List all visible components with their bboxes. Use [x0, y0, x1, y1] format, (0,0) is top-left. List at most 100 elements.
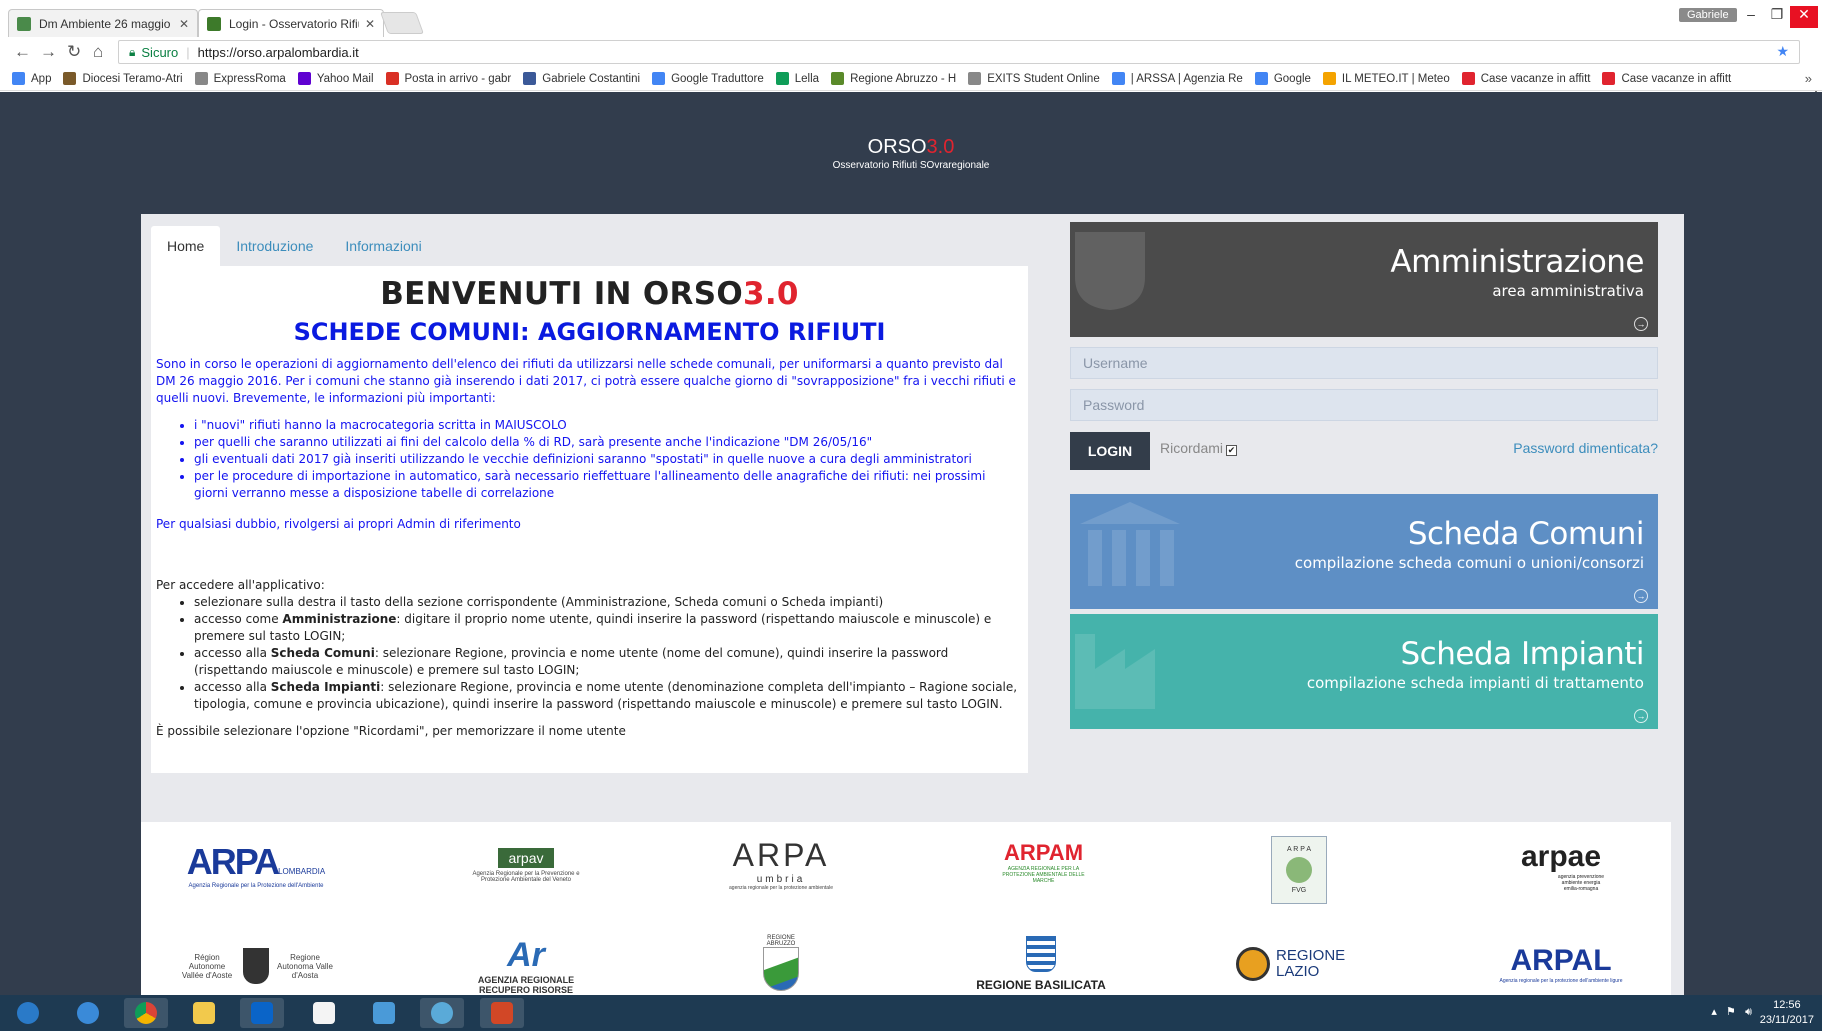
arpa-lombardia-logo: ARPALOMBARDIA Agenzia Regionale per la P… [186, 840, 326, 890]
logo-text: Regione Autonoma Valle d'Aosta [277, 952, 333, 980]
back-arrow-icon[interactable]: ← [14, 42, 31, 62]
logo-text: REGIONE ABRUZZO [766, 935, 796, 947]
bookmark-label: Lella [794, 72, 820, 85]
comuni-subtitle: compilazione scheda comuni o unioni/cons… [1294, 554, 1644, 572]
logo-caption: AGENZIA REGIONALE RECUPERO RISORSE [477, 974, 575, 995]
list-item: per quelli che saranno utilizzati ai fin… [194, 434, 1023, 451]
bookmark-item[interactable]: Case vacanze in affitt [1461, 72, 1590, 85]
main-panel: Home Introduzione Informazioni BENVENUTI… [141, 214, 1684, 1002]
bookmark-item[interactable]: Regione Abruzzo - H [831, 72, 956, 85]
browser-tab-active[interactable]: Login - Osservatorio Rifiuti ✕ [198, 9, 384, 37]
close-window-icon[interactable]: ✕ [1790, 6, 1818, 28]
bookmark-item[interactable]: Posta in arrivo - gabr [385, 72, 512, 85]
bookmark-item[interactable]: ExpressRoma [194, 72, 286, 85]
bookmark-favicon-icon [297, 72, 311, 85]
address-toolbar: ← → ↻ ⌂ 🔒︎ Sicuro | https://orso.arpalom… [0, 40, 1822, 101]
bookmark-item[interactable]: Google Traduttore [652, 72, 764, 85]
bookmark-item[interactable]: Case vacanze in affitt [1602, 72, 1731, 85]
url-bar[interactable]: 🔒︎ Sicuro | https://orso.arpalombardia.i… [118, 40, 1800, 64]
lock-icon: 🔒︎ [129, 44, 136, 59]
logo-caption: Agenzia Regionale per la Protezione dell… [188, 883, 324, 889]
bookmarks-overflow-icon[interactable]: » [1805, 71, 1812, 86]
building-icon [1080, 502, 1180, 586]
bold-text: Scheda Comuni [270, 646, 375, 660]
start-button[interactable] [6, 998, 50, 1028]
bookmark-item[interactable]: Gabriele Costantini [523, 72, 640, 85]
file-explorer-icon[interactable] [182, 998, 226, 1028]
bookmark-favicon-icon [1322, 72, 1336, 85]
bookmark-favicon-icon [63, 72, 77, 85]
bookmark-star-icon[interactable]: ★ [1776, 43, 1789, 60]
bookmark-item[interactable]: IL METEO.IT | Meteo [1322, 72, 1450, 85]
scheda-comuni-tile[interactable]: Scheda Comuni compilazione scheda comuni… [1070, 494, 1658, 609]
logo-caption: Agenzia regionale per la protezione dell… [1499, 978, 1623, 984]
forgot-password-link[interactable]: Password dimenticata? [1513, 440, 1658, 456]
site-logo[interactable]: ORSO3.0 Osservatorio Rifiuti SOvraregion… [0, 136, 1822, 171]
text: accesso come [194, 612, 283, 626]
remember-checkbox[interactable]: ✔ [1226, 445, 1238, 456]
browser-tab[interactable]: Dm Ambiente 26 maggio ✕ [8, 9, 198, 37]
tab-introduzione[interactable]: Introduzione [220, 226, 329, 266]
bookmark-item[interactable]: | ARSSA | Agenzia Re [1111, 72, 1243, 85]
text: accesso alla [194, 646, 271, 660]
arrow-circle-icon: → [1634, 589, 1648, 603]
arr-mark-icon: Ar [507, 935, 545, 974]
bookmark-item[interactable]: App [12, 72, 51, 85]
remember-me[interactable]: Ricordami ✔ [1160, 440, 1238, 456]
admin-tile[interactable]: Amministrazione area amministrativa → [1070, 222, 1658, 337]
tab-informazioni[interactable]: Informazioni [329, 226, 437, 266]
impianti-title: Scheda Impianti [1400, 636, 1644, 672]
restore-icon[interactable]: ❐ [1763, 6, 1791, 28]
chrome-icon[interactable] [124, 998, 168, 1028]
bookmark-item[interactable]: Lella [775, 72, 820, 85]
partner-logos: ARPALOMBARDIA Agenzia Regionale per la P… [141, 822, 1671, 1002]
tab-home[interactable]: Home [151, 226, 221, 266]
logo-caption: Agenzia Regionale per la Prevenzione e P… [472, 870, 580, 883]
browser-tab-title: Dm Ambiente 26 maggio [39, 16, 171, 31]
bookmark-item[interactable]: Yahoo Mail [297, 72, 374, 85]
logo-main: ORSO [867, 136, 927, 158]
regione-lazio-logo: REGIONE LAZIO [1226, 942, 1376, 986]
remote-desktop-icon[interactable] [362, 998, 406, 1028]
forward-arrow-icon[interactable]: → [40, 42, 57, 62]
minimize-icon[interactable]: – [1737, 6, 1765, 28]
bookmark-label: Posta in arrivo - gabr [404, 72, 512, 85]
login-button[interactable]: LOGIN [1070, 432, 1150, 470]
bookmark-item[interactable]: Diocesi Teramo-Atri [63, 72, 183, 85]
reload-icon[interactable]: ↻ [67, 42, 81, 62]
profile-button[interactable]: Gabriele [1679, 8, 1737, 22]
logo-version: 3.0 [926, 136, 955, 158]
scheda-impianti-tile[interactable]: Scheda Impianti compilazione scheda impi… [1070, 614, 1658, 729]
logo-tag: FVG [1291, 887, 1307, 894]
notepad-icon[interactable] [302, 998, 346, 1028]
logo-text: ARPA [186, 841, 280, 882]
arpa-fvg-logo: A R P A FVG [1271, 836, 1327, 904]
logo-subtitle: Osservatorio Rifiuti SOvraregionale [832, 160, 990, 171]
bookmark-label: | ARSSA | Agenzia Re [1130, 72, 1243, 85]
bookmark-label: Gabriele Costantini [542, 72, 641, 85]
bookmark-item[interactable]: EXITS Student Online [968, 72, 1100, 85]
bookmark-favicon-icon [1461, 72, 1475, 85]
close-tab-icon[interactable]: ✕ [179, 17, 189, 31]
bold-text: Amministrazione [282, 612, 397, 626]
system-tray-icons[interactable]: ▴ ⚑ 🔊︎ [1711, 1005, 1752, 1019]
logo-caption: REGIONE BASILICATA [976, 978, 1106, 992]
bookmark-favicon-icon [12, 72, 25, 85]
logo-tag: LOMBARDIA [278, 867, 326, 876]
powerpoint-icon[interactable] [480, 998, 524, 1028]
password-input[interactable]: Password [1070, 389, 1658, 421]
close-tab-icon[interactable]: ✕ [365, 17, 375, 31]
bookmark-item[interactable]: Google [1254, 72, 1311, 85]
new-tab-button[interactable] [379, 12, 425, 34]
page-background: ORSO3.0 Osservatorio Rifiuti SOvraregion… [0, 92, 1822, 1002]
regione-abruzzo-logo: REGIONE ABRUZZO [751, 928, 811, 998]
outlook-icon[interactable] [240, 998, 284, 1028]
home-icon[interactable]: ⌂ [93, 42, 103, 62]
internet-explorer-icon[interactable] [66, 998, 110, 1028]
username-input[interactable]: Username [1070, 347, 1658, 379]
clock[interactable]: 12:56 23/11/2017 [1760, 998, 1814, 1028]
app-icon[interactable] [420, 998, 464, 1028]
logo-text: arpav [498, 847, 554, 868]
security-label: Sicuro [141, 44, 179, 60]
